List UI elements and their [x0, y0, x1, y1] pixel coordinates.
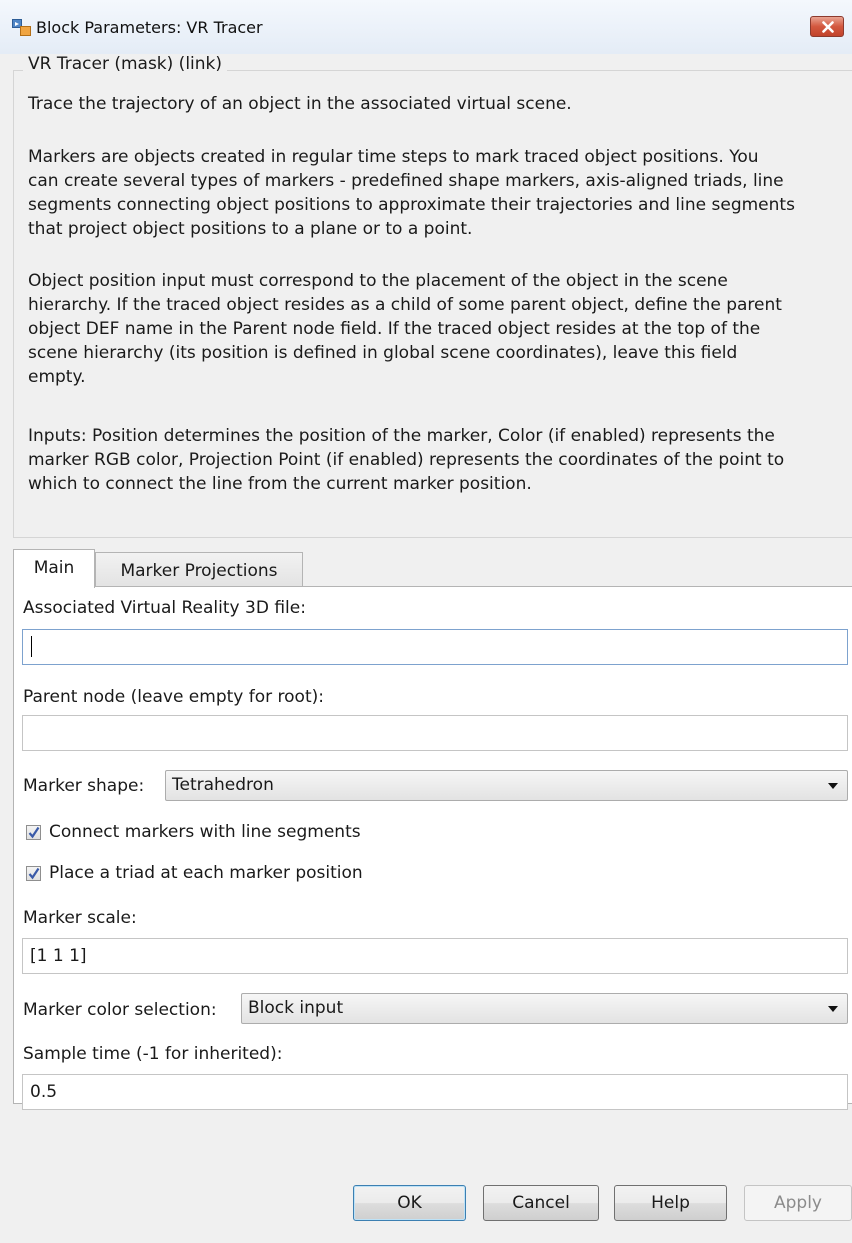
sample-time-input[interactable]: 0.5 [22, 1074, 848, 1110]
marker-color-select[interactable]: Block input [241, 993, 848, 1024]
chevron-down-icon [828, 1006, 838, 1012]
description-line: Inputs: Position determines the position… [28, 426, 775, 446]
description-line: object DEF name in the Parent node field… [28, 319, 761, 339]
description-line: scene hierarchy (its position is defined… [28, 343, 738, 363]
vr-file-input[interactable] [22, 629, 848, 665]
help-button[interactable]: Help [614, 1185, 727, 1221]
marker-color-value: Block input [248, 998, 344, 1018]
connect-markers-checkbox[interactable] [26, 825, 41, 840]
parent-node-input[interactable] [22, 715, 848, 751]
description-paragraph-4: Inputs: Position determines the position… [28, 424, 848, 496]
tab-main[interactable]: Main [13, 549, 95, 588]
place-triad-label: Place a triad at each marker position [49, 863, 363, 883]
title-bar: Block Parameters: VR Tracer [0, 0, 852, 54]
description-line: Markers are objects created in regular t… [28, 147, 759, 167]
checkmark-icon [28, 867, 40, 880]
marker-shape-select[interactable]: Tetrahedron [165, 770, 848, 801]
description-line: hierarchy. If the traced object resides … [28, 295, 782, 315]
description-line: Trace the trajectory of an object in the… [28, 94, 572, 114]
sample-time-label: Sample time (-1 for inherited): [23, 1044, 283, 1064]
vr-file-label: Associated Virtual Reality 3D file: [23, 598, 306, 618]
description-line: marker RGB color, Projection Point (if e… [28, 450, 785, 470]
marker-shape-value: Tetrahedron [172, 775, 274, 795]
marker-shape-label: Marker shape: [23, 776, 145, 796]
checkmark-icon [28, 826, 40, 839]
marker-scale-input[interactable]: [1 1 1] [22, 938, 848, 974]
description-line: Object position input must correspond to… [28, 271, 728, 291]
description-line: which to connect the line from the curre… [28, 474, 532, 494]
chevron-down-icon [828, 783, 838, 789]
parent-node-label: Parent node (leave empty for root): [23, 687, 324, 707]
window-title: Block Parameters: VR Tracer [36, 18, 263, 37]
description-line: can create several types of markers - pr… [28, 171, 784, 191]
description-line: empty. [28, 367, 86, 387]
description-paragraph-3: Object position input must correspond to… [28, 269, 848, 389]
place-triad-checkbox[interactable] [26, 866, 41, 881]
description-paragraph-2: Markers are objects created in regular t… [28, 145, 848, 241]
ok-button[interactable]: OK [353, 1185, 466, 1221]
close-button[interactable] [810, 16, 844, 37]
marker-color-label: Marker color selection: [23, 1000, 217, 1020]
tab-marker-projections[interactable]: Marker Projections [95, 552, 303, 589]
group-title: VR Tracer (mask) (link) [23, 54, 228, 74]
cancel-button[interactable]: Cancel [483, 1185, 599, 1221]
description-line: that project object positions to a plane… [28, 219, 473, 239]
marker-scale-label: Marker scale: [23, 908, 137, 928]
apply-button[interactable]: Apply [744, 1185, 852, 1221]
simulink-block-icon [12, 19, 31, 36]
description-line: segments connecting object positions to … [28, 195, 795, 215]
text-caret [31, 636, 32, 657]
description-paragraph-1: Trace the trajectory of an object in the… [28, 92, 848, 116]
connect-markers-label: Connect markers with line segments [49, 822, 361, 842]
close-icon [822, 21, 834, 33]
